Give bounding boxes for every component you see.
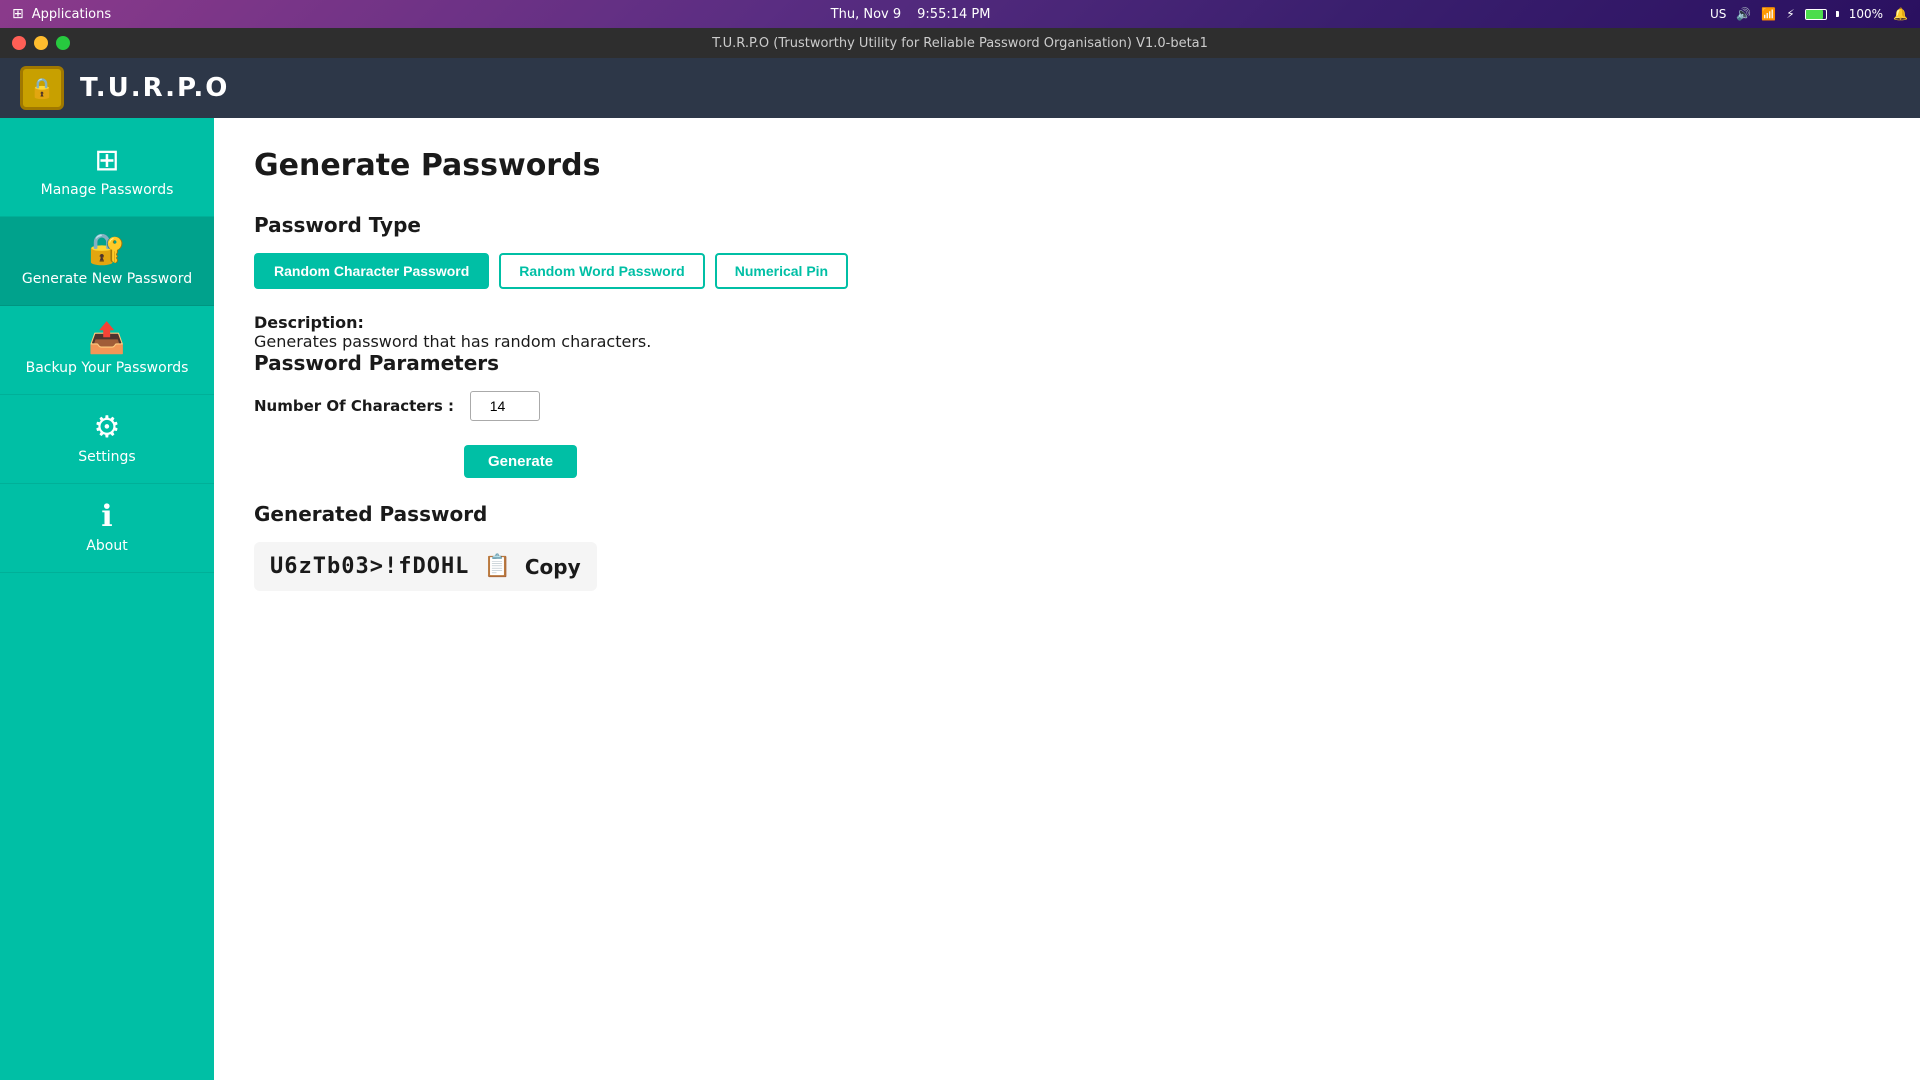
taskbar-time: 9:55:14 PM [917,7,990,22]
generated-password-text: U6zTb03>!fDOHL [270,554,469,579]
battery-icon [1805,9,1827,20]
sidebar-item-about[interactable]: ℹ About [0,484,214,573]
sidebar-item-manage-passwords[interactable]: ⊞ Manage Passwords [0,128,214,217]
generated-password-display: U6zTb03>!fDOHL 📋 Copy [254,542,597,591]
apps-label[interactable]: Applications [32,7,111,22]
content-area: Generate Passwords Password Type Random … [214,118,1920,1080]
random-word-button[interactable]: Random Word Password [499,253,704,289]
sidebar-label-backup-passwords: Backup Your Passwords [26,360,189,376]
description-text: Generates password that has random chara… [254,332,651,351]
generate-button[interactable]: Generate [464,445,577,478]
sidebar-label-generate-password: Generate New Password [22,271,192,287]
taskbar-locale: US [1710,7,1726,21]
copy-icon[interactable]: 📋 [483,554,510,579]
app-logo: 🔒 [20,66,64,110]
titlebar-title: T.U.R.P.O (Trustworthy Utility for Relia… [712,36,1208,51]
app-title: T.U.R.P.O [80,73,229,103]
taskbar: ⊞ Applications Thu, Nov 9 9:55:14 PM US … [0,0,1920,28]
titlebar-buttons [12,36,70,50]
page-title: Generate Passwords [254,148,1880,183]
app-logo-icon: 🔒 [30,76,55,100]
close-button[interactable] [12,36,26,50]
taskbar-center: Thu, Nov 9 9:55:14 PM [831,7,991,22]
num-chars-input[interactable] [470,391,540,421]
settings-icon: ⚙ [94,413,121,443]
battery-tip [1836,11,1839,17]
params-section: Password Parameters Number Of Characters… [254,351,1880,421]
taskbar-left: ⊞ Applications [12,6,111,22]
generated-section: Generated Password U6zTb03>!fDOHL 📋 Copy [254,502,1880,591]
taskbar-notification-icon[interactable]: 🔔 [1893,7,1908,21]
random-char-button[interactable]: Random Character Password [254,253,489,289]
about-icon: ℹ [101,502,112,532]
copy-label[interactable]: Copy [525,555,581,579]
description-label: Description: [254,313,364,332]
description-section: Description: Generates password that has… [254,313,1880,351]
password-type-buttons: Random Character Password Random Word Pa… [254,253,1880,289]
manage-passwords-icon: ⊞ [94,146,119,176]
taskbar-bluetooth-icon[interactable]: ⚡ [1786,7,1794,21]
taskbar-date: Thu, Nov 9 [831,7,901,22]
generated-title: Generated Password [254,502,1880,526]
password-type-section: Password Type Random Character Password … [254,213,1880,289]
num-chars-label: Number Of Characters : [254,397,454,415]
sidebar-label-settings: Settings [78,449,135,465]
sidebar-item-backup-passwords[interactable]: 📤 Backup Your Passwords [0,306,214,395]
minimize-button[interactable] [34,36,48,50]
battery-pct: 100% [1849,7,1883,21]
backup-icon: 📤 [88,324,125,354]
taskbar-wifi-icon[interactable]: 📶 [1761,7,1776,21]
password-type-title: Password Type [254,213,1880,237]
num-chars-row: Number Of Characters : [254,391,1880,421]
apps-icon[interactable]: ⊞ [12,6,24,22]
sidebar-label-about: About [86,538,127,554]
sidebar-label-manage-passwords: Manage Passwords [41,182,174,198]
titlebar: T.U.R.P.O (Trustworthy Utility for Relia… [0,28,1920,58]
sidebar-item-settings[interactable]: ⚙ Settings [0,395,214,484]
app-header: 🔒 T.U.R.P.O [0,58,1920,118]
generate-password-icon: 🔐 [88,235,125,265]
sidebar-item-generate-new-password[interactable]: 🔐 Generate New Password [0,217,214,306]
maximize-button[interactable] [56,36,70,50]
params-title: Password Parameters [254,351,1880,375]
sidebar: ⊞ Manage Passwords 🔐 Generate New Passwo… [0,118,214,1080]
main-layout: ⊞ Manage Passwords 🔐 Generate New Passwo… [0,118,1920,1080]
numerical-pin-button[interactable]: Numerical Pin [715,253,848,289]
taskbar-right: US 🔊 📶 ⚡ 100% 🔔 [1710,7,1908,21]
taskbar-volume-icon[interactable]: 🔊 [1736,7,1751,21]
